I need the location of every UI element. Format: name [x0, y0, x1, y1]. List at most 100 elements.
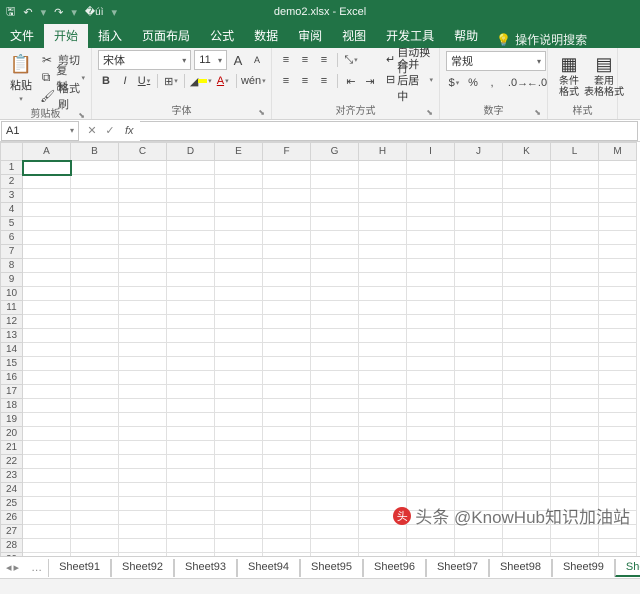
cell-H16[interactable] [359, 371, 407, 385]
cell-A14[interactable] [23, 343, 71, 357]
cell-I7[interactable] [407, 245, 455, 259]
shrink-font-button[interactable]: A [249, 52, 265, 68]
cell-F7[interactable] [263, 245, 311, 259]
cell-K9[interactable] [503, 273, 551, 287]
cell-L13[interactable] [551, 329, 599, 343]
cell-M7[interactable] [599, 245, 637, 259]
redo-icon[interactable]: ↷ [54, 6, 63, 19]
cell-D29[interactable] [167, 553, 215, 557]
cell-H27[interactable] [359, 525, 407, 539]
cell-K24[interactable] [503, 483, 551, 497]
cell-J24[interactable] [455, 483, 503, 497]
cell-K10[interactable] [503, 287, 551, 301]
cell-E17[interactable] [215, 385, 263, 399]
orientation-button[interactable]: ⤡ [343, 52, 359, 68]
cell-H1[interactable] [359, 161, 407, 175]
cell-I11[interactable] [407, 301, 455, 315]
cell-E24[interactable] [215, 483, 263, 497]
cell-C24[interactable] [119, 483, 167, 497]
tab-文件[interactable]: 文件 [0, 24, 44, 48]
cell-J22[interactable] [455, 455, 503, 469]
align-top-button[interactable]: ≡ [278, 52, 294, 68]
cell-L23[interactable] [551, 469, 599, 483]
cell-M8[interactable] [599, 259, 637, 273]
cell-H26[interactable] [359, 511, 407, 525]
cell-B10[interactable] [71, 287, 119, 301]
cell-L22[interactable] [551, 455, 599, 469]
row-header-12[interactable]: 12 [1, 315, 23, 329]
cell-M26[interactable] [599, 511, 637, 525]
cell-A15[interactable] [23, 357, 71, 371]
cell-C5[interactable] [119, 217, 167, 231]
cell-F17[interactable] [263, 385, 311, 399]
cell-G3[interactable] [311, 189, 359, 203]
cell-G6[interactable] [311, 231, 359, 245]
cell-E12[interactable] [215, 315, 263, 329]
cell-A4[interactable] [23, 203, 71, 217]
cell-H18[interactable] [359, 399, 407, 413]
cell-G13[interactable] [311, 329, 359, 343]
cell-C16[interactable] [119, 371, 167, 385]
cell-F5[interactable] [263, 217, 311, 231]
cell-H11[interactable] [359, 301, 407, 315]
cell-A29[interactable] [23, 553, 71, 557]
cell-K6[interactable] [503, 231, 551, 245]
col-header-G[interactable]: G [311, 143, 359, 161]
cell-E28[interactable] [215, 539, 263, 553]
cell-J5[interactable] [455, 217, 503, 231]
cell-L16[interactable] [551, 371, 599, 385]
cell-F21[interactable] [263, 441, 311, 455]
cell-H9[interactable] [359, 273, 407, 287]
row-header-21[interactable]: 21 [1, 441, 23, 455]
cell-D14[interactable] [167, 343, 215, 357]
cell-E27[interactable] [215, 525, 263, 539]
cell-G1[interactable] [311, 161, 359, 175]
cell-F15[interactable] [263, 357, 311, 371]
cell-I24[interactable] [407, 483, 455, 497]
cell-B14[interactable] [71, 343, 119, 357]
tab-页面布局[interactable]: 页面布局 [132, 24, 200, 48]
cell-F11[interactable] [263, 301, 311, 315]
cell-D26[interactable] [167, 511, 215, 525]
cell-M29[interactable] [599, 553, 637, 557]
cell-C7[interactable] [119, 245, 167, 259]
cell-D19[interactable] [167, 413, 215, 427]
sheet-tab-Sheet94[interactable]: Sheet94 [237, 559, 300, 577]
cell-K15[interactable] [503, 357, 551, 371]
cell-J7[interactable] [455, 245, 503, 259]
cell-M21[interactable] [599, 441, 637, 455]
cell-A24[interactable] [23, 483, 71, 497]
cell-F20[interactable] [263, 427, 311, 441]
cell-E21[interactable] [215, 441, 263, 455]
cell-I23[interactable] [407, 469, 455, 483]
cell-F8[interactable] [263, 259, 311, 273]
cell-F1[interactable] [263, 161, 311, 175]
cell-D6[interactable] [167, 231, 215, 245]
tab-公式[interactable]: 公式 [200, 24, 244, 48]
cell-M17[interactable] [599, 385, 637, 399]
cell-C26[interactable] [119, 511, 167, 525]
cell-K16[interactable] [503, 371, 551, 385]
cell-K26[interactable] [503, 511, 551, 525]
cell-L20[interactable] [551, 427, 599, 441]
cell-G23[interactable] [311, 469, 359, 483]
col-header-B[interactable]: B [71, 143, 119, 161]
cell-M2[interactable] [599, 175, 637, 189]
cell-J8[interactable] [455, 259, 503, 273]
cell-H3[interactable] [359, 189, 407, 203]
cell-K29[interactable] [503, 553, 551, 557]
cell-K5[interactable] [503, 217, 551, 231]
col-header-C[interactable]: C [119, 143, 167, 161]
font-color-button[interactable]: A [215, 73, 231, 89]
cell-B16[interactable] [71, 371, 119, 385]
cell-C2[interactable] [119, 175, 167, 189]
cell-K25[interactable] [503, 497, 551, 511]
row-header-16[interactable]: 16 [1, 371, 23, 385]
cell-H28[interactable] [359, 539, 407, 553]
cell-G15[interactable] [311, 357, 359, 371]
row-header-19[interactable]: 19 [1, 413, 23, 427]
cell-B7[interactable] [71, 245, 119, 259]
sheet-tab-Sheet97[interactable]: Sheet97 [426, 559, 489, 577]
cell-C12[interactable] [119, 315, 167, 329]
worksheet-grid[interactable]: ABCDEFGHIJKLM123456789101112131415161718… [0, 142, 640, 556]
